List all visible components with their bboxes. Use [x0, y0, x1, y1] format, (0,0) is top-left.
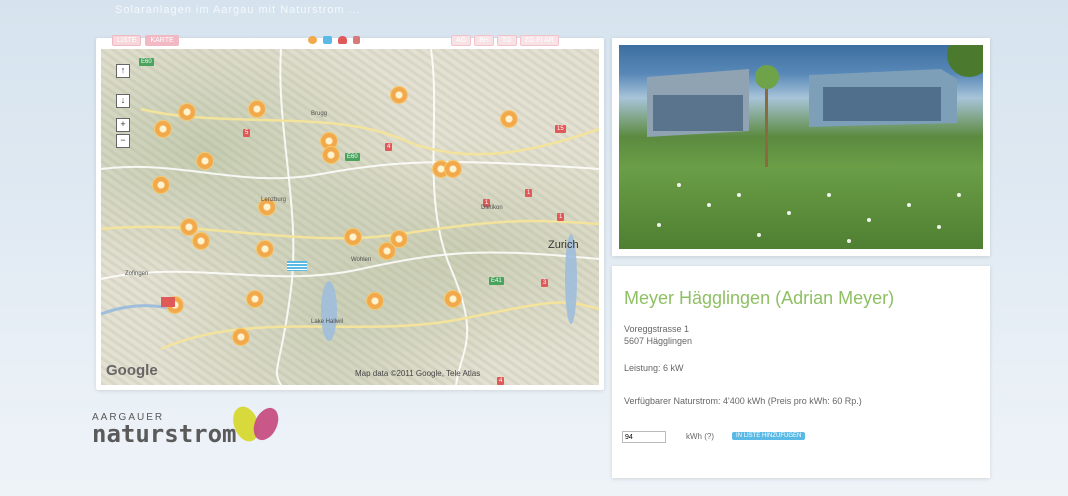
- map-place-label: Dietikon: [481, 205, 503, 211]
- building-illustration: [647, 45, 983, 243]
- map-tabs: LISTE KARTE: [112, 35, 179, 46]
- pan-down-button[interactable]: ↓: [116, 94, 130, 108]
- address-line1: Voreggstrasse 1: [624, 324, 690, 334]
- road-sign: 4: [385, 143, 393, 151]
- map-marker-sun[interactable]: [247, 291, 263, 307]
- kwh-input[interactable]: [622, 431, 666, 443]
- zoom-out-button[interactable]: −: [116, 134, 130, 148]
- power-output: Leistung: 6 kW: [624, 363, 684, 373]
- map-marker-sun[interactable]: [345, 229, 361, 245]
- installation-title: Meyer Hägglingen (Adrian Meyer): [624, 288, 895, 308]
- map-marker-sun[interactable]: [391, 231, 407, 247]
- map-city-label: Zurich: [548, 239, 579, 251]
- zoom-in-button[interactable]: +: [116, 118, 130, 132]
- map-marker-sun[interactable]: [249, 101, 265, 117]
- logo-main-text: naturstrom: [92, 420, 237, 448]
- tab-map[interactable]: KARTE: [145, 35, 179, 46]
- installation-info-panel: Meyer Hägglingen (Adrian Meyer) Voreggst…: [612, 266, 990, 478]
- road-sign: 4: [497, 377, 505, 385]
- map-marker-sun[interactable]: [323, 147, 339, 163]
- map-marker-water[interactable]: [287, 261, 307, 271]
- leaf-icon: [233, 406, 279, 442]
- water-icon[interactable]: [323, 36, 332, 44]
- energy-type-filters: [308, 36, 360, 44]
- map-marker-sun[interactable]: [391, 87, 407, 103]
- map-marker-sun[interactable]: [257, 241, 273, 257]
- road-sign: E60: [139, 58, 154, 66]
- road-sign: 15: [555, 125, 566, 133]
- sun-icon[interactable]: [308, 36, 317, 44]
- map-marker-sun[interactable]: [153, 177, 169, 193]
- map-place-label: Zofingen: [125, 271, 149, 277]
- available-energy: Verfügbarer Naturstrom: 4'400 kWh (Preis…: [624, 396, 862, 406]
- road-sign: E41: [489, 277, 504, 285]
- map-marker-sun[interactable]: [367, 293, 383, 309]
- kwh-label: kWh (?): [686, 432, 714, 441]
- map-attribution[interactable]: Map data ©2011 Google, Tele Atlas: [355, 369, 480, 378]
- map-marker-sun[interactable]: [501, 111, 517, 127]
- map-roads: [101, 49, 599, 385]
- map-marker-sun[interactable]: [193, 233, 209, 249]
- map-place-label: Brugg: [311, 111, 328, 117]
- map-marker-sun[interactable]: [181, 219, 197, 235]
- region-tab-zg[interactable]: ZG FI AR: [519, 35, 559, 46]
- map-marker-sun[interactable]: [197, 153, 213, 169]
- region-tab-ag[interactable]: AG: [451, 35, 472, 46]
- building-photo: [619, 45, 983, 249]
- road-sign: E60: [345, 153, 360, 161]
- map-marker-sun[interactable]: [379, 243, 395, 259]
- map-panel: LISTE KARTE AG BH TG ZG FI AR ↑ ↓ + − E6…: [96, 35, 604, 390]
- map-marker-sun[interactable]: [445, 291, 461, 307]
- road-sign: 1: [525, 189, 533, 197]
- map-view[interactable]: ↑ ↓ + − E60 5 E60 4 15 1 1 1 E41 3 4 Bru…: [101, 49, 599, 385]
- add-to-list-button[interactable]: IN LISTE HINZUFÜGEN: [732, 432, 806, 440]
- map-place-label: Wohlen: [351, 257, 372, 263]
- map-place-label: Lake Hallwil: [311, 319, 344, 325]
- region-tab-tg[interactable]: TG: [496, 35, 517, 46]
- region-tab-bh[interactable]: BH: [474, 35, 494, 46]
- road-sign: 1: [557, 213, 565, 221]
- map-marker-biomass[interactable]: [161, 297, 175, 307]
- map-marker-sun[interactable]: [233, 329, 249, 345]
- tab-list[interactable]: LISTE: [112, 35, 142, 46]
- region-tabs: AG BH TG ZG FI AR: [451, 35, 559, 46]
- map-marker-sun[interactable]: [179, 104, 195, 120]
- road-sign: 3: [541, 279, 549, 287]
- photo-panel: [612, 38, 990, 256]
- pan-up-button[interactable]: ↑: [116, 64, 130, 78]
- naturstrom-logo[interactable]: AARGAUER naturstrom: [92, 406, 279, 448]
- road-sign: 5: [243, 129, 251, 137]
- map-marker-sun[interactable]: [445, 161, 461, 177]
- map-marker-sun[interactable]: [155, 121, 171, 137]
- biomass-icon[interactable]: [338, 36, 347, 44]
- wind-icon[interactable]: [353, 36, 360, 44]
- address-line2: 5607 Hägglingen: [624, 336, 693, 346]
- google-logo: Google: [106, 362, 158, 379]
- top-text: Solaranlagen im Aargau mit Naturstrom ..…: [115, 4, 361, 16]
- map-place-label: Lenzburg: [261, 197, 287, 203]
